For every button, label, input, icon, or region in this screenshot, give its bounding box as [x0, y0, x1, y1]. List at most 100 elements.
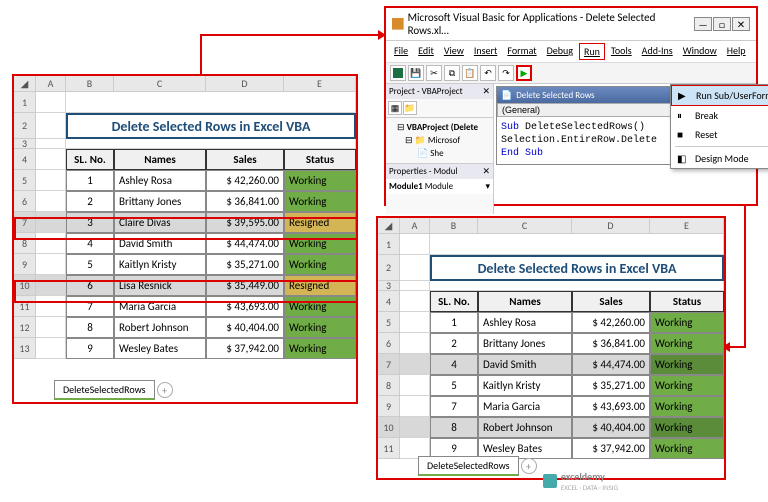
toolbar-save-icon[interactable]: 💾 [408, 65, 424, 81]
cell-status[interactable]: Working [650, 396, 724, 417]
cell-sl[interactable]: 9 [66, 338, 114, 359]
cell-status[interactable]: Working [284, 191, 356, 212]
row-header[interactable]: 5 [378, 312, 400, 333]
cell-sales[interactable]: $ 43,693.00 [206, 296, 284, 317]
tree-sheet[interactable]: 📄 She [389, 147, 490, 160]
cell-status[interactable]: Working [650, 375, 724, 396]
menu-run[interactable]: Run [579, 43, 605, 60]
table-row[interactable]: 1Ashley Rosa$ 42,260.00Working [400, 312, 724, 333]
cell-name[interactable]: Ashley Rosa [114, 170, 206, 191]
menu-addins[interactable]: Add-Ins [638, 43, 677, 60]
run-menu-break[interactable]: ⏸BreakCtrl+Break [671, 106, 768, 125]
table-row[interactable]: 4David Smith$ 44,474.00Working [36, 233, 356, 254]
cell-status[interactable]: Working [650, 333, 724, 354]
toolbar-undo-icon[interactable]: ↶ [480, 65, 496, 81]
menu-edit[interactable]: Edit [414, 43, 438, 60]
close-panel-icon[interactable]: ✕ [482, 86, 490, 97]
cell-status[interactable]: Working [650, 312, 724, 333]
run-menu-run-sub[interactable]: ▶Run Sub/UserFormF5 [671, 85, 768, 106]
col-header[interactable]: A [400, 218, 430, 233]
select-all-cell[interactable]: ◢ [378, 218, 400, 233]
cell-name[interactable]: Kaitlyn Kristy [114, 254, 206, 275]
menu-format[interactable]: Format [503, 43, 540, 60]
close-panel-icon[interactable]: ✕ [482, 166, 490, 177]
toolbar-redo-icon[interactable]: ↷ [498, 65, 514, 81]
cell-sl[interactable]: 7 [66, 296, 114, 317]
cell-name[interactable]: Wesley Bates [114, 338, 206, 359]
table-row[interactable]: 5Kaitlyn Kristy$ 35,271.00Working [36, 254, 356, 275]
cell-sales[interactable]: $ 42,260.00 [572, 312, 650, 333]
table-row[interactable]: 9Wesley Bates$ 37,942.00Working [36, 338, 356, 359]
tree-view-icon[interactable]: ▦ [388, 101, 402, 115]
cell-status[interactable]: Resigned [284, 275, 356, 296]
row-header[interactable]: 4 [378, 291, 400, 312]
row-header[interactable]: 9 [14, 254, 36, 275]
table-row[interactable]: 2Brittany Jones$ 36,841.00Working [400, 333, 724, 354]
cell-sl[interactable]: 7 [430, 396, 478, 417]
close-button[interactable]: ✕ [732, 17, 750, 31]
row-header[interactable]: 8 [14, 233, 36, 254]
toolbar-paste-icon[interactable]: 📋 [462, 65, 478, 81]
toolbar-cut-icon[interactable]: ✂ [426, 65, 442, 81]
row-header[interactable]: 7 [14, 212, 36, 233]
table-row[interactable]: 1Ashley Rosa$ 42,260.00Working [36, 170, 356, 191]
cell-sl[interactable]: 4 [430, 354, 478, 375]
cell-name[interactable]: David Smith [114, 233, 206, 254]
row-header[interactable]: 4 [14, 149, 36, 170]
run-menu-reset[interactable]: ■Reset [671, 125, 768, 144]
table-row[interactable]: 4David Smith$ 44,474.00Working [400, 354, 724, 375]
row-header[interactable]: 5 [14, 170, 36, 191]
cell-sl[interactable]: 2 [430, 333, 478, 354]
cell-status[interactable]: Working [284, 233, 356, 254]
menu-debug[interactable]: Debug [543, 43, 577, 60]
col-header[interactable]: A [36, 76, 66, 91]
new-sheet-button[interactable]: + [521, 458, 537, 474]
row-header[interactable]: 2 [14, 113, 36, 139]
table-row[interactable]: 7Maria Garcia$ 43,693.00Working [400, 396, 724, 417]
menu-tools[interactable]: Tools [607, 43, 636, 60]
cell-sales[interactable]: $ 44,474.00 [206, 233, 284, 254]
cell-status[interactable]: Working [650, 438, 724, 459]
sheet-tab[interactable]: DeleteSelectedRows [54, 380, 155, 400]
cell-status[interactable]: Working [284, 254, 356, 275]
row-header[interactable]: 6 [14, 191, 36, 212]
toolbar-run-icon[interactable]: ▶ [516, 65, 532, 81]
new-sheet-button[interactable]: + [157, 382, 173, 398]
cell-sl[interactable]: 4 [66, 233, 114, 254]
cell-status[interactable]: Working [284, 338, 356, 359]
cell-sl[interactable]: 2 [66, 191, 114, 212]
cell-name[interactable]: Maria Garcia [114, 296, 206, 317]
cell-sl[interactable]: 8 [430, 417, 478, 438]
col-header[interactable]: E [284, 76, 356, 91]
cell-name[interactable]: Lisa Resnick [114, 275, 206, 296]
row-header[interactable]: 1 [378, 234, 400, 255]
cell-sales[interactable]: $ 35,271.00 [206, 254, 284, 275]
table-row[interactable]: 3Claire Divas$ 39,595.00Resigned [36, 212, 356, 233]
cell-name[interactable]: David Smith [478, 354, 572, 375]
toolbar-copy-icon[interactable]: ⧉ [444, 65, 460, 81]
cell-status[interactable]: Working [284, 170, 356, 191]
toolbar-excel-icon[interactable] [390, 65, 406, 81]
col-header[interactable]: B [66, 76, 114, 91]
cell-name[interactable]: Claire Divas [114, 212, 206, 233]
row-header[interactable]: 13 [14, 338, 36, 359]
row-header[interactable]: 12 [14, 317, 36, 338]
cell-name[interactable]: Kaitlyn Kristy [478, 375, 572, 396]
cell-sales[interactable]: $ 42,260.00 [206, 170, 284, 191]
row-header[interactable]: 10 [378, 417, 400, 438]
sheet-tab[interactable]: DeleteSelectedRows [418, 456, 519, 476]
table-row[interactable]: 8Robert Johnson$ 40,404.00Working [36, 317, 356, 338]
menu-help[interactable]: Help [723, 43, 750, 60]
col-header[interactable]: D [572, 218, 650, 233]
row-header[interactable]: 11 [14, 296, 36, 317]
cell-sales[interactable]: $ 44,474.00 [572, 354, 650, 375]
row-header[interactable]: 10 [14, 275, 36, 296]
cell-sl[interactable]: 6 [66, 275, 114, 296]
row-header[interactable]: 7 [378, 354, 400, 375]
col-header[interactable]: D [206, 76, 284, 91]
cell-name[interactable]: Robert Johnson [478, 417, 572, 438]
row-header[interactable]: 8 [378, 375, 400, 396]
select-all-cell[interactable]: ◢ [14, 76, 36, 91]
cell-status[interactable]: Working [650, 354, 724, 375]
run-menu-design[interactable]: ◧Design Mode [671, 149, 768, 168]
